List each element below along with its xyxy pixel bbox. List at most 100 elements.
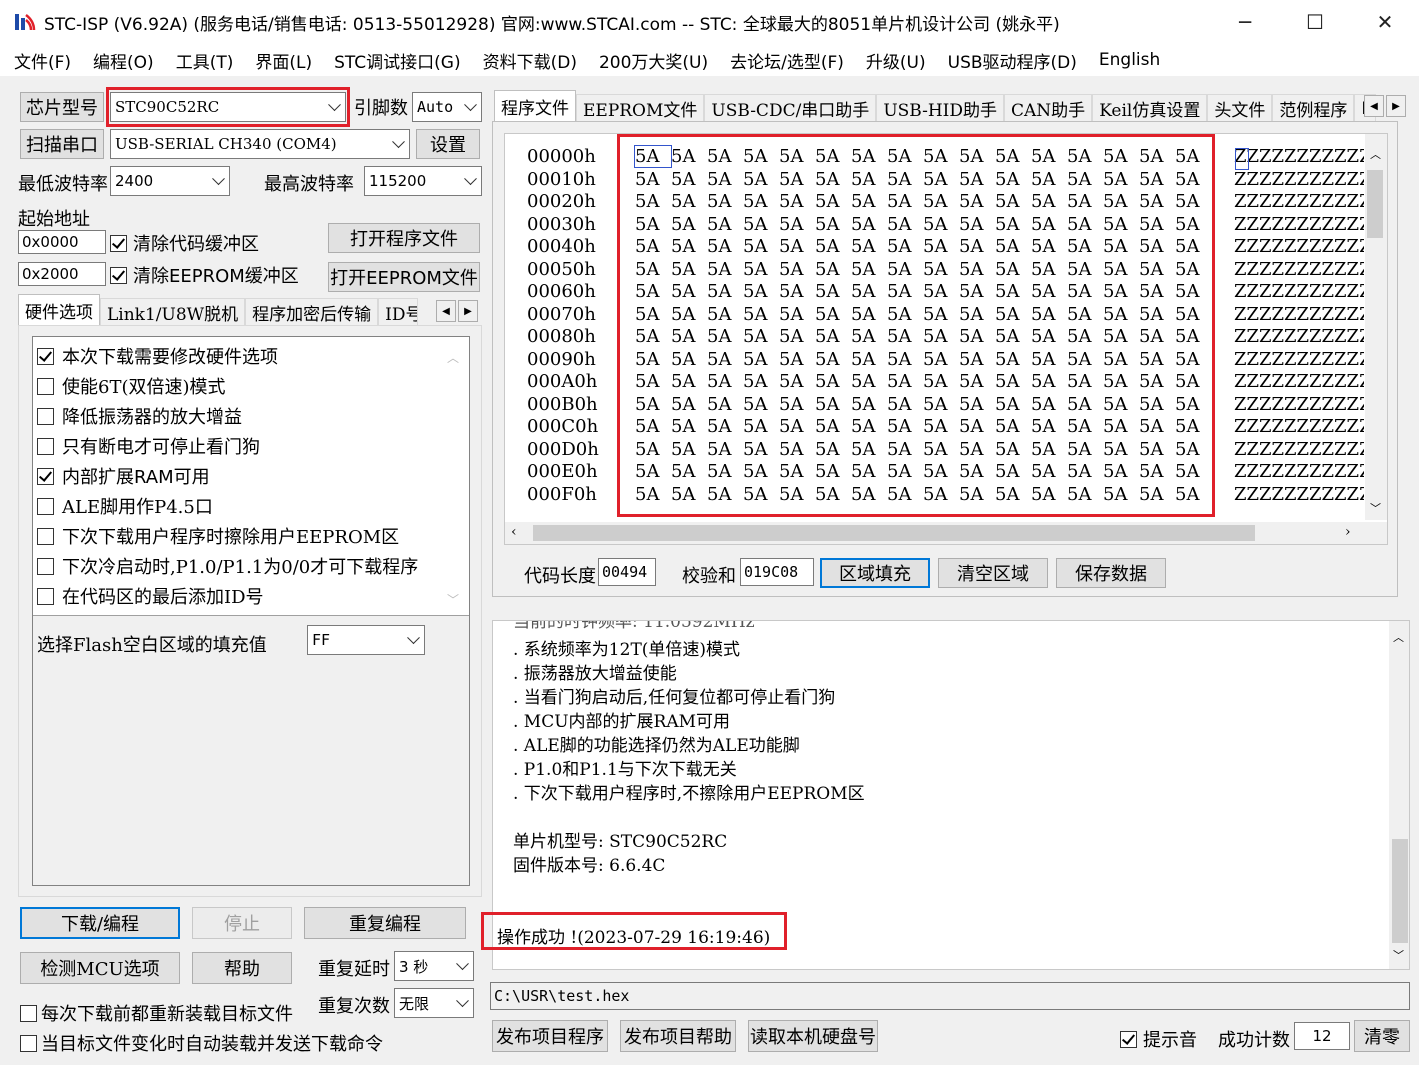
hex-byte[interactable]: 5A <box>1139 326 1175 347</box>
hex-byte[interactable]: 5A <box>671 439 707 460</box>
hex-byte[interactable]: 5A <box>887 304 923 325</box>
hex-byte[interactable]: 5A <box>635 236 671 257</box>
hex-byte[interactable]: 5A <box>671 416 707 437</box>
hex-byte[interactable]: 5A <box>1139 169 1175 190</box>
hex-byte[interactable]: 5A <box>1175 439 1211 460</box>
hex-horizontal-scrollbar[interactable]: ‹ › <box>505 522 1387 544</box>
hex-byte[interactable]: 5A <box>1103 326 1139 347</box>
hex-byte[interactable]: 5A <box>995 281 1031 302</box>
hex-byte[interactable]: 5A <box>671 394 707 415</box>
hex-byte[interactable]: 5A <box>1175 191 1211 212</box>
hex-byte[interactable]: 5A <box>1067 214 1103 235</box>
hex-byte[interactable]: 5A <box>707 394 743 415</box>
eeprom-address-input[interactable]: 0x2000 <box>18 262 106 286</box>
hex-byte[interactable]: 5A <box>707 146 743 167</box>
clear-area-button[interactable]: 清空区域 <box>938 558 1048 588</box>
hex-byte[interactable]: 5A <box>635 416 671 437</box>
publish-program-button[interactable]: 发布项目程序 <box>492 1020 608 1052</box>
hex-byte[interactable]: 5A <box>959 439 995 460</box>
scroll-down-icon[interactable]: ﹀ <box>1370 500 1381 516</box>
hex-byte[interactable]: 5A <box>1031 146 1067 167</box>
scroll-thumb[interactable] <box>1392 839 1408 943</box>
hex-byte[interactable]: 5A <box>707 416 743 437</box>
option-watchdog-power[interactable]: 只有断电才可停止看门狗 <box>37 433 260 459</box>
menu-usb-driver[interactable]: USB驱动程序(D) <box>948 48 1077 73</box>
hex-byte[interactable]: 5A <box>1067 191 1103 212</box>
hex-byte[interactable]: 5A <box>634 145 672 168</box>
scan-port-button[interactable]: 扫描串口 <box>20 129 104 159</box>
hex-byte[interactable]: 5A <box>815 214 851 235</box>
hex-byte[interactable]: 5A <box>1067 484 1103 505</box>
min-baud-select[interactable]: 2400 <box>110 166 230 196</box>
tab-scroll-left-icon[interactable]: ◀ <box>436 300 456 322</box>
tab-id[interactable]: ID号 <box>378 298 419 326</box>
hex-byte[interactable]: 5A <box>1175 394 1211 415</box>
hex-byte[interactable]: 5A <box>1139 304 1175 325</box>
hex-byte[interactable]: 5A <box>959 281 995 302</box>
hex-byte[interactable]: 5A <box>1175 304 1211 325</box>
hex-byte[interactable]: 5A <box>1175 281 1211 302</box>
hex-byte[interactable]: 5A <box>743 281 779 302</box>
hex-byte[interactable]: 5A <box>779 461 815 482</box>
hex-byte[interactable]: 5A <box>779 259 815 280</box>
hex-byte[interactable]: 5A <box>707 326 743 347</box>
hex-byte[interactable]: 5A <box>707 259 743 280</box>
hex-byte[interactable]: 5A <box>707 461 743 482</box>
save-data-button[interactable]: 保存数据 <box>1056 558 1166 588</box>
hex-byte[interactable]: 5A <box>671 484 707 505</box>
hex-byte[interactable]: 5A <box>887 191 923 212</box>
hex-byte[interactable]: 5A <box>851 461 887 482</box>
tab-scroll-right-icon[interactable]: ▶ <box>458 300 478 322</box>
option-internal-ram[interactable]: 内部扩展RAM可用 <box>37 463 210 489</box>
hex-byte[interactable]: 5A <box>1139 191 1175 212</box>
hex-byte[interactable]: 5A <box>959 191 995 212</box>
scroll-up-icon[interactable]: ︿ <box>447 349 459 366</box>
hex-byte[interactable]: 5A <box>1031 416 1067 437</box>
hex-byte[interactable]: 5A <box>1103 236 1139 257</box>
hex-byte[interactable]: 5A <box>1139 484 1175 505</box>
hex-byte[interactable]: 5A <box>1139 371 1175 392</box>
scroll-up-icon[interactable]: ︿ <box>1393 629 1404 645</box>
tab-keil-settings[interactable]: Keil仿真设置 <box>1092 94 1208 122</box>
hex-byte[interactable]: 5A <box>1067 439 1103 460</box>
tab-usb-cdc[interactable]: USB-CDC/串口助手 <box>704 94 877 122</box>
hex-byte[interactable]: 5A <box>1103 214 1139 235</box>
hex-byte[interactable]: 5A <box>923 416 959 437</box>
open-program-button[interactable]: 打开程序文件 <box>328 223 480 253</box>
hex-byte[interactable]: 5A <box>923 439 959 460</box>
hex-byte[interactable]: 5A <box>1139 349 1175 370</box>
hex-byte[interactable]: 5A <box>779 236 815 257</box>
hex-byte[interactable]: 5A <box>743 259 779 280</box>
hex-byte[interactable]: 5A <box>851 146 887 167</box>
hex-byte[interactable]: 5A <box>887 461 923 482</box>
menu-english[interactable]: English <box>1099 50 1160 70</box>
option-modify-hardware[interactable]: 本次下载需要修改硬件选项 <box>37 343 278 369</box>
hex-byte[interactable]: 5A <box>743 304 779 325</box>
hex-byte[interactable]: 5A <box>1175 236 1211 257</box>
tab-usb-hid[interactable]: USB-HID助手 <box>876 94 1005 122</box>
clear-eeprom-checkbox[interactable]: 清除EEPROM缓冲区 <box>110 262 299 288</box>
log-output[interactable]: 当前的时钟频率: 11.0592MHz . 系统频率为12T(单倍速)模式 . … <box>492 620 1410 970</box>
hex-byte[interactable]: 5A <box>707 484 743 505</box>
hex-byte[interactable]: 5A <box>959 371 995 392</box>
hex-byte[interactable]: 5A <box>779 304 815 325</box>
menu-debug[interactable]: STC调试接口(G) <box>334 48 461 73</box>
hex-byte[interactable]: 5A <box>1067 416 1103 437</box>
hex-byte[interactable]: 5A <box>1139 439 1175 460</box>
hex-byte[interactable]: 5A <box>995 371 1031 392</box>
hex-byte[interactable]: 5A <box>1031 371 1067 392</box>
hex-byte[interactable]: 5A <box>1139 146 1175 167</box>
clear-code-checkbox[interactable]: 清除代码缓冲区 <box>110 230 259 256</box>
auto-send-checkbox[interactable]: 当目标文件变化时自动装载并发送下载命令 <box>20 1030 383 1056</box>
hex-byte[interactable]: 5A <box>851 439 887 460</box>
hex-byte[interactable]: 5A <box>671 371 707 392</box>
option-erase-eeprom[interactable]: 下次下载用户程序时擦除用户EEPROM区 <box>37 523 399 549</box>
hex-byte[interactable]: 5A <box>887 326 923 347</box>
hex-byte[interactable]: 5A <box>671 259 707 280</box>
scroll-thumb[interactable] <box>533 525 1255 541</box>
hex-byte[interactable]: 5A <box>1175 484 1211 505</box>
hex-byte[interactable]: 5A <box>1067 326 1103 347</box>
hex-byte[interactable]: 5A <box>959 214 995 235</box>
hex-byte[interactable]: 5A <box>743 394 779 415</box>
hex-byte[interactable]: 5A <box>743 326 779 347</box>
